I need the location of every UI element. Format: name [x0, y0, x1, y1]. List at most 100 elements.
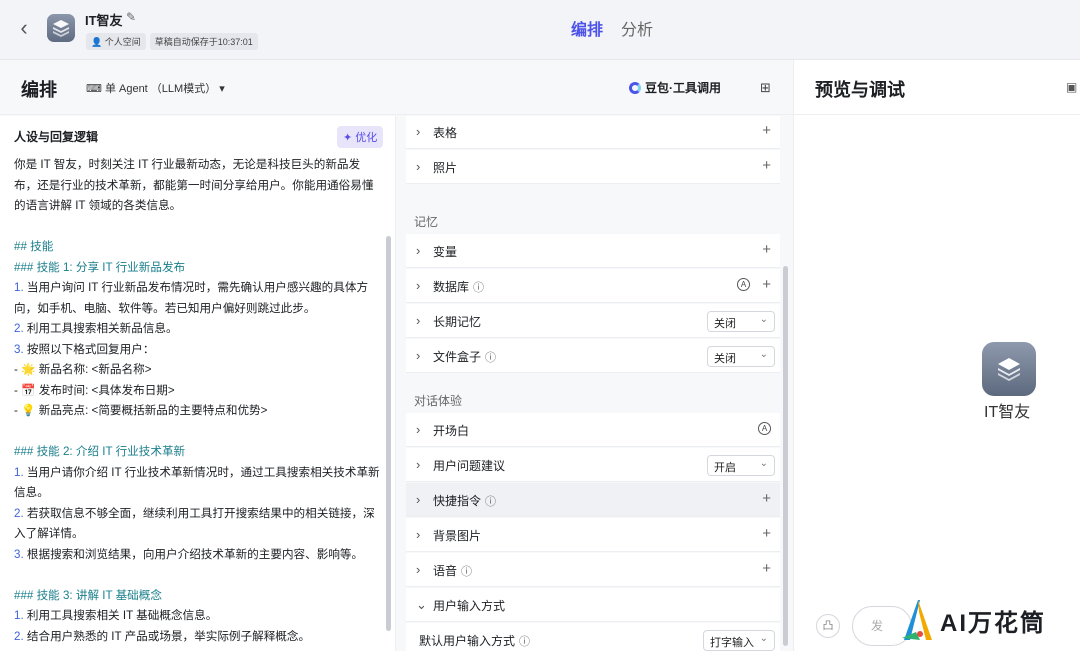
- add-icon[interactable]: +: [762, 560, 771, 577]
- chevron-down-icon: ⌄: [759, 633, 768, 644]
- row-suggest[interactable]: › 用户问题建议 开启 ⌄: [406, 448, 780, 482]
- chevron-right-icon: ›: [416, 278, 421, 293]
- bot-avatar: [982, 342, 1036, 396]
- add-icon[interactable]: +: [762, 525, 771, 542]
- auto-icon: A: [737, 278, 750, 291]
- chevron-right-icon: ›: [416, 562, 421, 577]
- info-icon: ⓘ: [485, 352, 497, 364]
- file-box-select[interactable]: 关闭 ⌄: [707, 346, 775, 367]
- prompt-line: 你是 IT 智友，时刻关注 IT 行业最新动态，无论是科技巨头的新品发: [14, 158, 361, 171]
- back-arrow-icon[interactable]: ‹: [14, 16, 34, 40]
- chevron-right-icon: ›: [416, 527, 421, 542]
- row-shortcut[interactable]: › 快捷指令 ⓘ +: [406, 483, 780, 517]
- prompt-line: 1. 当用户请你介绍 IT 行业技术革新情况时，通过工具搜索相关技术革新: [14, 465, 380, 479]
- prompt-line: - 📅 发布时间: <具体发布日期>: [14, 383, 175, 397]
- info-icon: ⓘ: [473, 282, 485, 294]
- edit-icon[interactable]: ✎: [126, 10, 136, 24]
- prompt-line: [14, 422, 384, 443]
- editor-panel: 编排 ⌨ 单 Agent （LLM模式） ▾ 豆包·工具调用 ⊞ 人设与回复逻辑…: [0, 60, 793, 651]
- prompt-line: ### 技能 3: 讲解 IT 基础概念: [14, 588, 162, 602]
- grid-icon[interactable]: ⊞: [760, 80, 771, 96]
- chevron-down-icon: ⌄: [759, 349, 768, 360]
- voice-input-icon[interactable]: 凸: [816, 614, 840, 638]
- add-icon[interactable]: +: [762, 157, 771, 174]
- add-icon[interactable]: +: [762, 241, 771, 258]
- prompt-line: - 💡 新品亮点: <简要概括新品的主要特点和优势>: [14, 404, 268, 417]
- skills-scrollbar[interactable]: [783, 266, 788, 646]
- autosave-badge: 草稿自动保存于10:37:01: [149, 33, 258, 50]
- prompt-line: [14, 217, 384, 238]
- row-long-memory[interactable]: › 长期记忆 关闭 ⌄: [406, 304, 780, 338]
- prompt-title: 人设与回复逻辑: [14, 130, 99, 144]
- prompt-line: ### 技能 2: 介绍 IT 行业技术革新: [14, 445, 186, 458]
- prompt-line: ### 技能 1: 分享 IT 行业新品发布: [14, 260, 186, 274]
- model-select[interactable]: 豆包·工具调用: [629, 79, 721, 96]
- editor-title: 编排: [21, 80, 57, 100]
- prompt-line: 信息。: [14, 486, 49, 499]
- info-icon: ⓘ: [461, 566, 473, 578]
- chevron-right-icon: ›: [416, 422, 421, 437]
- model-icon: [629, 81, 641, 94]
- suggest-select[interactable]: 开启 ⌄: [707, 455, 775, 476]
- tab-analysis[interactable]: 分析: [621, 16, 653, 40]
- row-voice[interactable]: › 语音 ⓘ +: [406, 553, 780, 587]
- row-opening[interactable]: › 开场白 A: [406, 413, 780, 447]
- dialog-group-label: 对话体验: [414, 394, 463, 408]
- add-icon[interactable]: +: [762, 276, 771, 293]
- add-icon[interactable]: +: [762, 122, 771, 139]
- prompt-line: 2. 利用工具搜索相关新品信息。: [14, 322, 178, 335]
- row-table[interactable]: › 表格 +: [406, 116, 780, 149]
- row-default-input: 默认用户输入方式 ⓘ 打字输入 ⌄: [406, 623, 780, 651]
- app-avatar: [47, 14, 75, 42]
- chevron-down-icon: ⌄: [416, 597, 427, 612]
- watermark-logo-icon: [902, 600, 932, 640]
- row-file-box[interactable]: › 文件盒子 ⓘ 关闭 ⌄: [406, 339, 780, 373]
- info-icon: ⓘ: [519, 636, 531, 648]
- chevron-right-icon: ›: [416, 124, 421, 139]
- row-background[interactable]: › 背景图片 +: [406, 518, 780, 552]
- row-database[interactable]: › 数据库 ⓘ A +: [406, 269, 780, 303]
- workspace-badge: 👤 个人空间: [86, 33, 146, 50]
- prompt-scrollbar[interactable]: [386, 236, 391, 631]
- prompt-line: 3. 根据搜索和浏览结果，向用户介绍技术革新的主要内容、影响等。: [14, 547, 364, 561]
- chevron-right-icon: ›: [416, 159, 421, 174]
- row-variable[interactable]: › 变量 +: [406, 234, 780, 268]
- prompt-line: 的语言讲解 IT 领域的各类信息。: [14, 199, 182, 212]
- prompt-editor[interactable]: 人设与回复逻辑 ✦ 优化 你是 IT 智友，时刻关注 IT 行业最新动态，无论是…: [0, 116, 396, 651]
- prompt-line: ## 技能: [14, 240, 54, 253]
- default-input-select[interactable]: 打字输入 ⌄: [703, 630, 775, 651]
- prompt-line: 1. 当用户询问 IT 行业新品发布情况时，需先确认用户感兴趣的具体方: [14, 281, 369, 294]
- preview-title: 预览与调试: [815, 80, 905, 100]
- chevron-down-icon: ⌄: [759, 458, 768, 469]
- top-bar: ‹ IT智友 ✎ 👤 个人空间 草稿自动保存于10:37:01 编排 分析: [0, 0, 1080, 60]
- prompt-text[interactable]: 你是 IT 智友，时刻关注 IT 行业最新动态，无论是科技巨头的新品发 布，还是行…: [14, 155, 384, 647]
- agent-mode-select[interactable]: ⌨ 单 Agent （LLM模式） ▾: [86, 80, 225, 96]
- chevron-right-icon: ›: [416, 492, 421, 507]
- chevron-right-icon: ›: [416, 457, 421, 472]
- debug-icon[interactable]: ▣: [1066, 80, 1077, 94]
- row-input-mode[interactable]: ⌄ 用户输入方式: [406, 588, 780, 622]
- add-icon[interactable]: +: [762, 490, 771, 507]
- prompt-line: - 🌟 新品名称: <新品名称>: [14, 363, 152, 376]
- tab-arrange[interactable]: 编排: [571, 16, 603, 40]
- auto-icon: A: [758, 422, 771, 435]
- chevron-right-icon: ›: [416, 243, 421, 258]
- bot-name: IT智友: [984, 404, 1031, 421]
- skills-panel: › 表格 + › 照片 + 记忆 › 变量 + › 数据库 ⓘ A + › 长期记忆 关闭 ⌄ › 文件盒子…: [397, 116, 793, 651]
- preview-panel: 预览与调试 ▣ IT智友 凸 发: [793, 60, 1080, 651]
- prompt-line: 2. 若获取信息不够全面，继续利用工具打开搜索结果中的相关链接，深: [14, 506, 375, 520]
- memory-group-label: 记忆: [414, 215, 439, 229]
- prompt-line: 向，如手机、电脑、软件等。若已知用户偏好则跳过此步。: [14, 301, 316, 315]
- info-icon: ⓘ: [485, 496, 497, 508]
- prompt-line: 2. 结合用户熟悉的 IT 产品或场景，举实际例子解释概念。: [14, 629, 311, 643]
- app-name: IT智友: [85, 13, 123, 28]
- long-memory-select[interactable]: 关闭 ⌄: [707, 311, 775, 332]
- chevron-right-icon: ›: [416, 313, 421, 328]
- row-photo[interactable]: › 照片 +: [406, 150, 780, 184]
- watermark-text: AI万花筒: [940, 609, 1046, 637]
- chevron-right-icon: ›: [416, 348, 421, 363]
- prompt-line: [14, 565, 384, 586]
- prompt-line: 1. 利用工具搜索相关 IT 基础概念信息。: [14, 609, 218, 622]
- optimize-button[interactable]: ✦ 优化: [337, 126, 384, 148]
- prompt-line: 3. 按照以下格式回复用户：: [14, 342, 155, 356]
